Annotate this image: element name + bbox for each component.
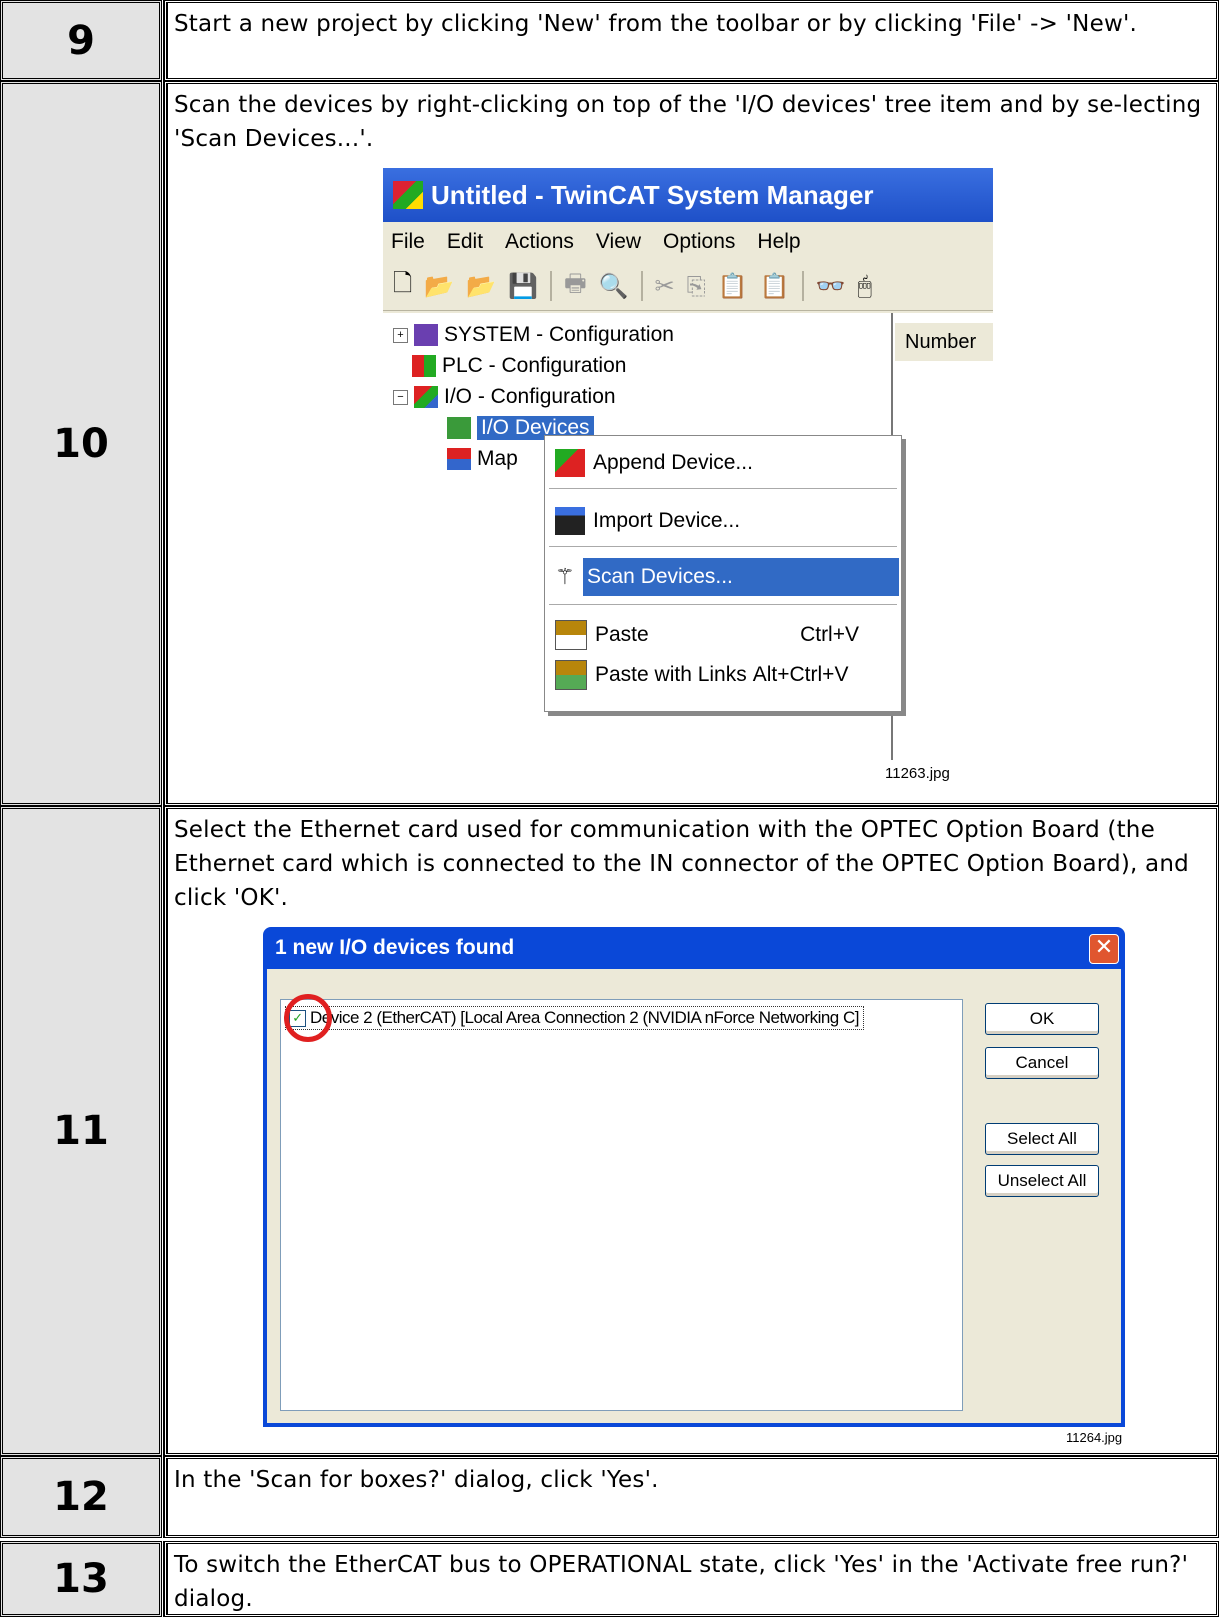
step-text: To switch the EtherCAT bus to OPERATIONA…	[163, 1541, 1219, 1617]
devices-found-dialog: 1 new I/O devices found ✕ ✓ Device 2 (Et…	[263, 927, 1125, 1427]
unselect-all-button[interactable]: Unselect All	[985, 1165, 1099, 1197]
menu-item-label: Append Device...	[593, 451, 753, 474]
step-text-content: Scan the devices by right-clicking on to…	[174, 92, 1202, 152]
import-device-icon	[555, 507, 585, 535]
menu-help[interactable]: Help	[757, 230, 800, 254]
toolbar: 🗋 📂 📂 💾 🖶 🔍 ✂ ⎘ 📋 📋 👓 🖱	[383, 262, 993, 311]
open-remote-icon[interactable]: 📂	[466, 272, 496, 300]
tree-item-label: PLC - Configuration	[442, 354, 627, 377]
dialog-title: 1 new I/O devices found	[275, 936, 515, 959]
toolbar-separator	[549, 271, 552, 301]
menu-separator	[549, 546, 897, 547]
tree-item-label: Map	[477, 447, 518, 470]
step-number: 9	[0, 0, 162, 81]
menu-item-shortcut: Ctrl+V	[800, 623, 859, 646]
window-titlebar: Untitled - TwinCAT System Manager	[383, 168, 993, 222]
cancel-button[interactable]: Cancel	[985, 1047, 1099, 1079]
menu-actions[interactable]: Actions	[505, 230, 574, 254]
menu-separator	[549, 488, 897, 489]
magic-wand-icon: ⚚	[555, 564, 575, 589]
menu-item-label: Paste	[595, 623, 649, 646]
image-caption: 11263.jpg	[885, 765, 950, 782]
context-menu: Append Device... Import Device... Scan D…	[544, 435, 902, 712]
twincat-app-icon	[393, 181, 423, 209]
step-number: 10	[0, 81, 162, 806]
tree-item-mappings[interactable]: Map	[447, 447, 518, 471]
menu-item-paste-links[interactable]: Paste with Links Alt+Ctrl+V	[547, 656, 899, 694]
save-icon[interactable]: 💾	[508, 272, 538, 300]
device-label: Device 2 (EtherCAT) [Local Area Connecti…	[310, 1008, 859, 1027]
menu-item-label: Import Device...	[593, 509, 741, 532]
paste-icon[interactable]: 📋	[718, 272, 748, 300]
step-row-12: 12 In the 'Scan for boxes?' dialog, clic…	[0, 1456, 1219, 1538]
window-title: Untitled - TwinCAT System Manager	[431, 179, 874, 210]
copy-icon[interactable]: ⎘	[687, 272, 706, 300]
menu-item-paste[interactable]: Paste Ctrl+V	[547, 616, 899, 654]
step-number: 13	[0, 1541, 162, 1617]
toolbar-separator	[801, 271, 804, 301]
menu-file[interactable]: File	[391, 230, 425, 254]
ok-button[interactable]: OK	[985, 1003, 1099, 1035]
column-header-number[interactable]: Number	[895, 323, 993, 361]
devices-icon	[447, 417, 471, 439]
io-icon	[414, 386, 438, 408]
step-row-13: 13 To switch the EtherCAT bus to OPERATI…	[0, 1541, 1219, 1617]
menu-item-scan-devices[interactable]: Scan Devices...	[583, 558, 899, 596]
find-icon[interactable]: 👓	[816, 272, 846, 300]
menu-item-import-device[interactable]: Import Device...	[547, 502, 899, 540]
menu-view[interactable]: View	[596, 230, 641, 254]
step-number: 11	[0, 806, 162, 1456]
plc-icon	[412, 355, 436, 377]
menu-item-label: Scan Devices...	[587, 565, 733, 588]
tree-item-plc[interactable]: PLC - Configuration	[412, 354, 626, 378]
menu-item-append-device[interactable]: Append Device...	[547, 444, 899, 482]
menu-separator	[549, 604, 897, 605]
step-text: In the 'Scan for boxes?' dialog, click '…	[163, 1456, 1219, 1538]
toolbar-separator	[640, 271, 643, 301]
tree-item-io[interactable]: − I/O - Configuration	[393, 385, 616, 409]
device-list-item[interactable]: ✓ Device 2 (EtherCAT) [Local Area Connec…	[285, 1006, 864, 1030]
image-caption: 11264.jpg	[1066, 1430, 1123, 1445]
print-icon[interactable]: 🖶	[564, 266, 587, 307]
menu-edit[interactable]: Edit	[447, 230, 483, 254]
append-device-icon	[555, 449, 585, 477]
tree-item-label: SYSTEM - Configuration	[444, 323, 674, 346]
select-all-button[interactable]: Select All	[985, 1123, 1099, 1155]
system-icon	[414, 324, 438, 346]
step-number: 12	[0, 1456, 162, 1538]
menu-item-shortcut: Alt+Ctrl+V	[752, 663, 849, 686]
menu-bar: File Edit Actions View Options Help	[383, 222, 993, 262]
print-preview-icon[interactable]: 🔍	[599, 272, 629, 300]
paste-icon	[555, 620, 587, 650]
device-list: ✓ Device 2 (EtherCAT) [Local Area Connec…	[280, 994, 963, 1411]
step-row-9: 9 Start a new project by clicking 'New' …	[0, 0, 1219, 81]
close-icon[interactable]: ✕	[1089, 934, 1119, 964]
expand-icon[interactable]: +	[393, 327, 408, 343]
cut-icon[interactable]: ✂	[655, 272, 675, 300]
dialog-body: ✓ Device 2 (EtherCAT) [Local Area Connec…	[267, 969, 1121, 1423]
highlight-circle	[284, 994, 332, 1042]
mouse-icon[interactable]: 🖱	[858, 272, 872, 300]
open-folder-icon[interactable]: 📂	[424, 272, 454, 300]
step-text-content: Select the Ethernet card used for commun…	[174, 817, 1189, 911]
paste-links-icon	[555, 660, 587, 690]
menu-options[interactable]: Options	[663, 230, 735, 254]
collapse-icon[interactable]: −	[393, 389, 408, 405]
paste-links-icon[interactable]: 📋	[760, 272, 790, 300]
step-text: Start a new project by clicking 'New' fr…	[163, 0, 1219, 81]
mappings-icon	[447, 448, 471, 470]
menu-item-label: Paste with Links	[595, 663, 747, 686]
tree-item-label: I/O - Configuration	[444, 385, 616, 408]
tree-item-system[interactable]: + SYSTEM - Configuration	[393, 323, 674, 347]
new-file-icon[interactable]: 🗋	[393, 266, 412, 307]
